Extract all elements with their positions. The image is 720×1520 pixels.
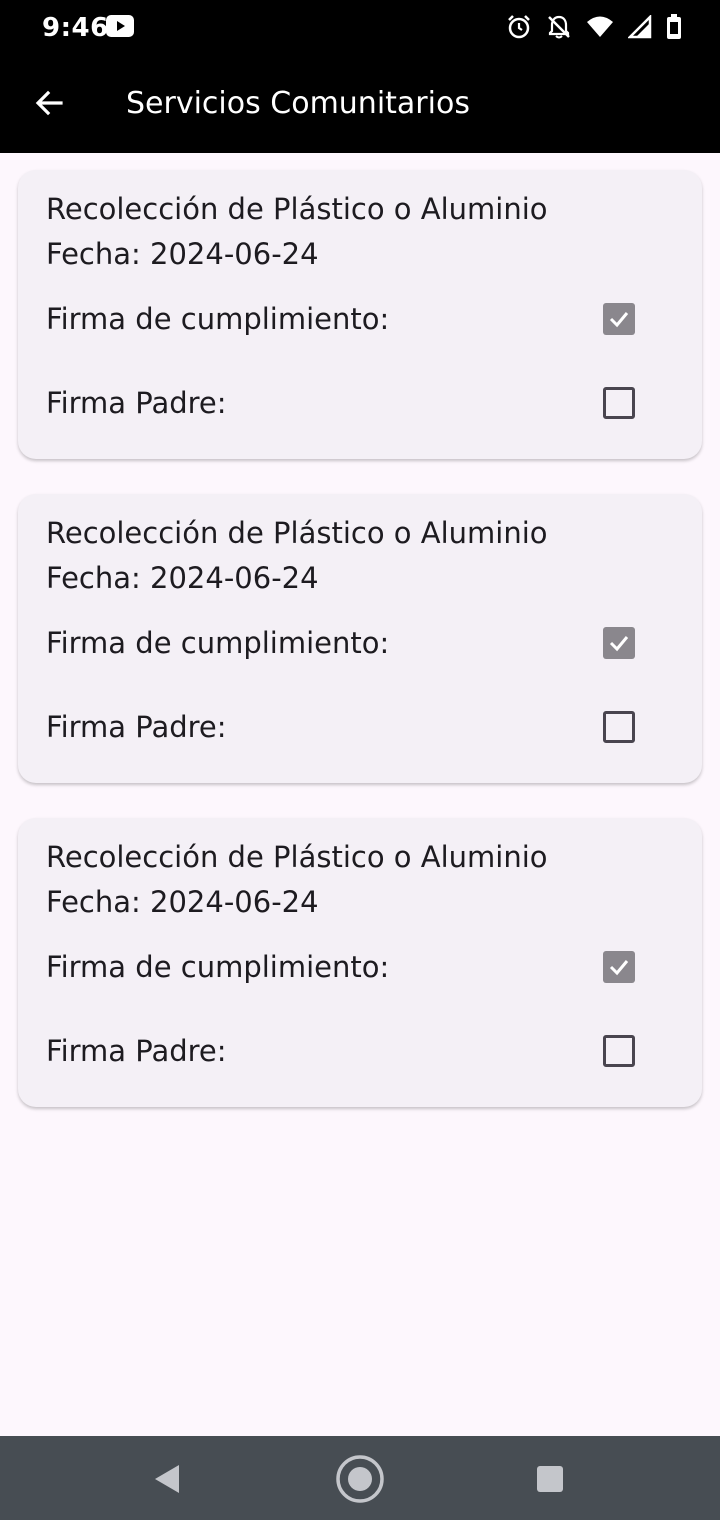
status-icons bbox=[506, 13, 682, 45]
nav-recents-button[interactable] bbox=[525, 1454, 575, 1504]
recents-square-icon bbox=[537, 1466, 563, 1492]
back-button[interactable] bbox=[24, 80, 74, 130]
compliance-signature-label: Firma de cumplimiento: bbox=[46, 950, 390, 984]
back-triangle-icon bbox=[155, 1465, 179, 1493]
battery-icon bbox=[666, 14, 682, 45]
home-circle-icon bbox=[336, 1455, 384, 1503]
notifications-off-icon bbox=[546, 14, 572, 45]
compliance-signature-checkbox[interactable] bbox=[603, 627, 635, 659]
app-bar: Servicios Comunitarios bbox=[0, 56, 720, 153]
parent-signature-checkbox[interactable] bbox=[603, 1035, 635, 1067]
service-date: Fecha: 2024-06-24 bbox=[46, 561, 319, 595]
service-date: Fecha: 2024-06-24 bbox=[46, 885, 319, 919]
service-date: Fecha: 2024-06-24 bbox=[46, 237, 319, 271]
nav-back-button[interactable] bbox=[142, 1454, 192, 1504]
compliance-signature-label: Firma de cumplimiento: bbox=[46, 626, 390, 660]
status-bar: 9:46 bbox=[0, 0, 720, 56]
check-icon bbox=[609, 636, 629, 652]
service-title: Recolección de Plástico o Aluminio bbox=[46, 840, 548, 874]
compliance-signature-checkbox[interactable] bbox=[603, 303, 635, 335]
wifi-icon bbox=[586, 15, 614, 44]
nav-home-button[interactable] bbox=[335, 1454, 385, 1504]
youtube-icon bbox=[106, 15, 134, 42]
parent-signature-label: Firma Padre: bbox=[46, 710, 227, 744]
parent-signature-label: Firma Padre: bbox=[46, 1034, 227, 1068]
page-title: Servicios Comunitarios bbox=[126, 86, 470, 121]
parent-signature-label: Firma Padre: bbox=[46, 386, 227, 420]
check-icon bbox=[609, 312, 629, 328]
service-title: Recolección de Plástico o Aluminio bbox=[46, 516, 548, 550]
parent-signature-checkbox[interactable] bbox=[603, 711, 635, 743]
signal-icon bbox=[626, 13, 652, 44]
parent-signature-checkbox[interactable] bbox=[603, 387, 635, 419]
service-card-list: Recolección de Plástico o Aluminio Fecha… bbox=[18, 170, 702, 1142]
service-card: Recolección de Plástico o Aluminio Fecha… bbox=[18, 494, 702, 783]
compliance-signature-checkbox[interactable] bbox=[603, 951, 635, 983]
service-card: Recolección de Plástico o Aluminio Fecha… bbox=[18, 170, 702, 459]
compliance-signature-label: Firma de cumplimiento: bbox=[46, 302, 390, 336]
service-card: Recolección de Plástico o Aluminio Fecha… bbox=[18, 818, 702, 1107]
arrow-back-icon bbox=[33, 87, 65, 124]
status-time: 9:46 bbox=[42, 13, 109, 43]
service-title: Recolección de Plástico o Aluminio bbox=[46, 192, 548, 226]
system-nav-bar bbox=[0, 1436, 720, 1520]
alarm-icon bbox=[506, 14, 532, 45]
check-icon bbox=[609, 960, 629, 976]
